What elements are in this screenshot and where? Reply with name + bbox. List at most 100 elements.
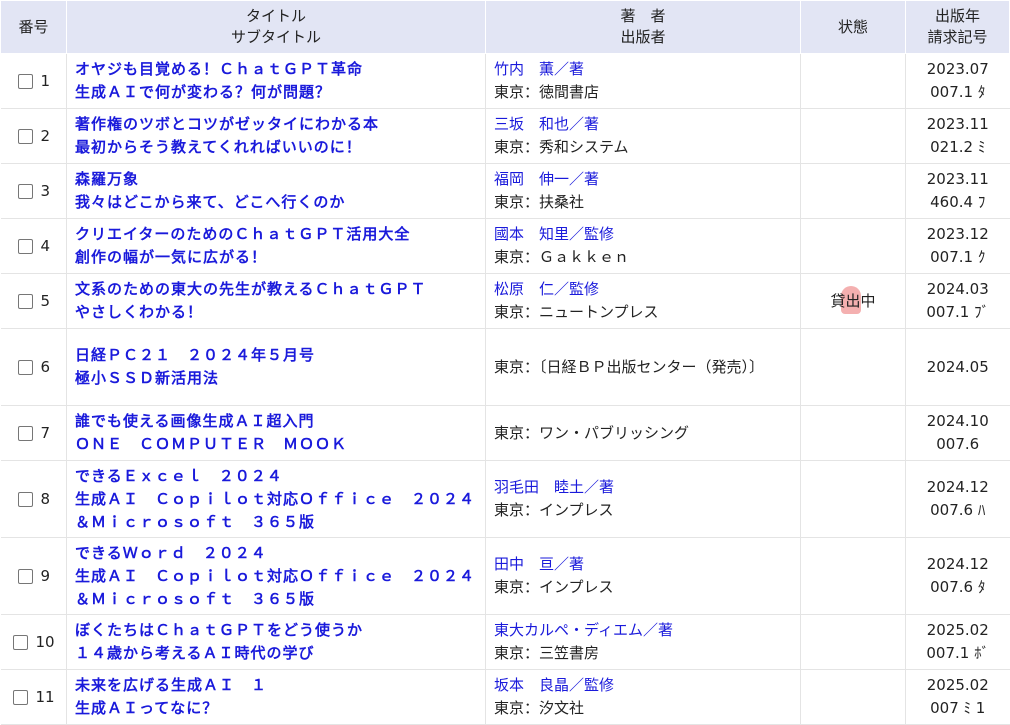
status-cell <box>800 669 906 725</box>
row-number-cell: 1 <box>0 53 67 109</box>
subtitle-link[interactable]: ＯＮＥ ＣＯＭＰＵＴＥＲ ＭＯＯＫ <box>75 433 485 456</box>
table-row: 1 オヤジも目覚める！ＣｈａｔＧＰＴ革命 生成ＡＩで何が変わる？何が問題？ 竹内… <box>0 53 1010 109</box>
call-number: 460.4 ﾌ <box>930 193 986 211</box>
call-number: 007 ﾐ 1 <box>930 699 986 717</box>
subtitle-link[interactable]: 生成ＡＩ Ｃｏｐｉｌｏｔ対応Ｏｆｆｉｃｅ ２０２４＆Ｍｉｃｒｏｓｏｆｔ ３６５版 <box>75 488 485 534</box>
row-checkbox[interactable] <box>17 238 33 254</box>
row-checkbox[interactable] <box>12 689 28 705</box>
author-link[interactable]: 田中 亘／著 <box>494 553 800 576</box>
author-cell: 東京：ワン・パブリッシング <box>485 405 801 461</box>
subtitle-link[interactable]: 生成ＡＩ Ｃｏｐｉｌｏｔ対応Ｏｆｆｉｃｅ ２０２４＆Ｍｉｃｒｏｓｏｆｔ ３６５版 <box>75 565 485 611</box>
title-link[interactable]: 著作権のツボとコツがゼッタイにわかる本 <box>75 113 485 136</box>
subtitle-link[interactable]: １４歳から考えるＡＩ時代の学び <box>75 642 485 665</box>
title-link[interactable]: 森羅万象 <box>75 168 485 191</box>
author-link[interactable]: 國本 知里／監修 <box>494 223 800 246</box>
table-row: 11 未来を広げる生成ＡＩ １ 生成ＡＩってなに？ 坂本 良晶／監修 東京：汐文… <box>0 669 1010 725</box>
row-checkbox[interactable] <box>17 568 33 584</box>
row-number: 5 <box>40 291 51 310</box>
author-link[interactable]: 福岡 伸一／著 <box>494 168 800 191</box>
title-link[interactable]: できるＥｘｃｅｌ ２０２４ <box>75 465 485 488</box>
header-title: タイトル サブタイトル <box>66 0 486 54</box>
author-link[interactable]: 竹内 薫／著 <box>494 58 800 81</box>
status-cell <box>800 328 906 406</box>
row-number: 8 <box>40 489 51 508</box>
title-link[interactable]: できるＷｏｒｄ ２０２４ <box>75 542 485 565</box>
author-cell: 坂本 良晶／監修 東京：汐文社 <box>485 669 801 725</box>
subtitle-link[interactable]: 最初からそう教えてくれればいいのに！ <box>75 136 485 159</box>
pub-date: 2024.10 <box>926 412 989 430</box>
row-checkbox[interactable] <box>17 73 33 89</box>
title-link[interactable]: 未来を広げる生成ＡＩ １ <box>75 674 485 697</box>
row-number: 2 <box>40 126 51 145</box>
row-checkbox[interactable] <box>17 491 33 507</box>
author-link[interactable]: 松原 仁／監修 <box>494 278 800 301</box>
pub-date: 2024.12 <box>926 555 989 573</box>
title-link[interactable]: 日経ＰＣ２１ ２０２４年５月号 <box>75 344 485 367</box>
title-link[interactable]: 文系のための東大の先生が教えるＣｈａｔＧＰＴ <box>75 278 485 301</box>
table-row: 4 クリエイターのためのＣｈａｔＧＰＴ活用大全 創作の幅が一気に広がる！ 國本 … <box>0 218 1010 274</box>
author-cell: 田中 亘／著 東京：インプレス <box>485 537 801 615</box>
publisher-text: 東京：〔日経ＢＰ出版センター（発売）〕 <box>494 357 765 376</box>
subtitle-link[interactable]: 極小ＳＳＤ新活用法 <box>75 367 485 390</box>
row-number: 1 <box>40 71 51 90</box>
author-cell: 國本 知里／監修 東京：Ｇａｋｋｅｎ <box>485 218 801 274</box>
call-number: 007.1 ﾀ <box>930 83 986 101</box>
author-cell: 東京：〔日経ＢＰ出版センター（発売）〕 <box>485 328 801 406</box>
pub-date: 2023.07 <box>926 60 989 78</box>
pub-cell: 2025.02 007 ﾐ 1 <box>905 669 1010 725</box>
pub-date: 2023.11 <box>926 115 989 133</box>
pub-cell: 2024.12 007.6 ﾊ <box>905 460 1010 538</box>
publisher-text: 東京：三笠書房 <box>494 644 600 662</box>
status-cell <box>800 53 906 109</box>
author-cell: 竹内 薫／著 東京：徳間書店 <box>485 53 801 109</box>
title-link[interactable]: 誰でも使える画像生成ＡＩ超入門 <box>75 410 485 433</box>
subtitle-link[interactable]: 創作の幅が一気に広がる！ <box>75 246 485 269</box>
title-cell: 日経ＰＣ２１ ２０２４年５月号 極小ＳＳＤ新活用法 <box>66 328 486 406</box>
row-number: 11 <box>35 687 55 706</box>
subtitle-link[interactable]: 生成ＡＩで何が変わる？何が問題？ <box>75 81 485 104</box>
author-link[interactable]: 坂本 良晶／監修 <box>494 674 800 697</box>
row-checkbox[interactable] <box>12 634 28 650</box>
author-link[interactable]: 羽毛田 睦土／著 <box>494 476 800 499</box>
author-cell: 三坂 和也／著 東京：秀和システム <box>485 108 801 164</box>
pub-cell: 2023.07 007.1 ﾀ <box>905 53 1010 109</box>
row-number: 3 <box>40 181 51 200</box>
row-number-cell: 3 <box>0 163 67 219</box>
author-cell: 羽毛田 睦土／著 東京：インプレス <box>485 460 801 538</box>
table-row: 7 誰でも使える画像生成ＡＩ超入門 ＯＮＥ ＣＯＭＰＵＴＥＲ ＭＯＯＫ 東京：ワ… <box>0 405 1010 461</box>
title-cell: ぼくたちはＣｈａｔＧＰＴをどう使うか １４歳から考えるＡＩ時代の学び <box>66 614 486 670</box>
call-number: 007.1 ﾌﾞ <box>926 303 990 321</box>
title-cell: 森羅万象 我々はどこから来て、どこへ行くのか <box>66 163 486 219</box>
title-link[interactable]: オヤジも目覚める！ＣｈａｔＧＰＴ革命 <box>75 58 485 81</box>
title-cell: オヤジも目覚める！ＣｈａｔＧＰＴ革命 生成ＡＩで何が変わる？何が問題？ <box>66 53 486 109</box>
row-checkbox[interactable] <box>17 425 33 441</box>
results-table: 番号 タイトル サブタイトル 著 者出版者 状態 出版年 請求記号 1 オヤジも目覚… <box>0 0 1010 725</box>
title-cell: できるＷｏｒｄ ２０２４ 生成ＡＩ Ｃｏｐｉｌｏｔ対応Ｏｆｆｉｃｅ ２０２４＆Ｍ… <box>66 537 486 615</box>
call-number: 007.6 ﾊ <box>930 501 986 519</box>
row-number-cell: 2 <box>0 108 67 164</box>
row-number-cell: 7 <box>0 405 67 461</box>
status-cell <box>800 108 906 164</box>
title-link[interactable]: クリエイターのためのＣｈａｔＧＰＴ活用大全 <box>75 223 485 246</box>
pub-date: 2025.02 <box>926 676 989 694</box>
title-link[interactable]: ぼくたちはＣｈａｔＧＰＴをどう使うか <box>75 619 485 642</box>
header-author: 著 者出版者 <box>485 0 801 54</box>
subtitle-link[interactable]: 我々はどこから来て、どこへ行くのか <box>75 191 485 214</box>
pub-cell: 2025.02 007.1 ﾎﾞ <box>905 614 1010 670</box>
row-number-cell: 4 <box>0 218 67 274</box>
pub-date: 2024.12 <box>926 478 989 496</box>
header-number: 番号 <box>0 0 67 54</box>
pub-date: 2024.03 <box>926 280 989 298</box>
author-link[interactable]: 三坂 和也／著 <box>494 113 800 136</box>
row-checkbox[interactable] <box>17 183 33 199</box>
table-row: 10 ぼくたちはＣｈａｔＧＰＴをどう使うか １４歳から考えるＡＩ時代の学び 東大… <box>0 614 1010 670</box>
row-checkbox[interactable] <box>17 359 33 375</box>
author-link[interactable]: 東大カルペ・ディエム／著 <box>494 619 800 642</box>
row-checkbox[interactable] <box>17 293 33 309</box>
subtitle-link[interactable]: 生成ＡＩってなに？ <box>75 697 485 720</box>
table-row: 9 できるＷｏｒｄ ２０２４ 生成ＡＩ Ｃｏｐｉｌｏｔ対応Ｏｆｆｉｃｅ ２０２４… <box>0 537 1010 615</box>
row-number-cell: 5 <box>0 273 67 329</box>
row-checkbox[interactable] <box>17 128 33 144</box>
row-number-cell: 6 <box>0 328 67 406</box>
subtitle-link[interactable]: やさしくわかる！ <box>75 301 485 324</box>
